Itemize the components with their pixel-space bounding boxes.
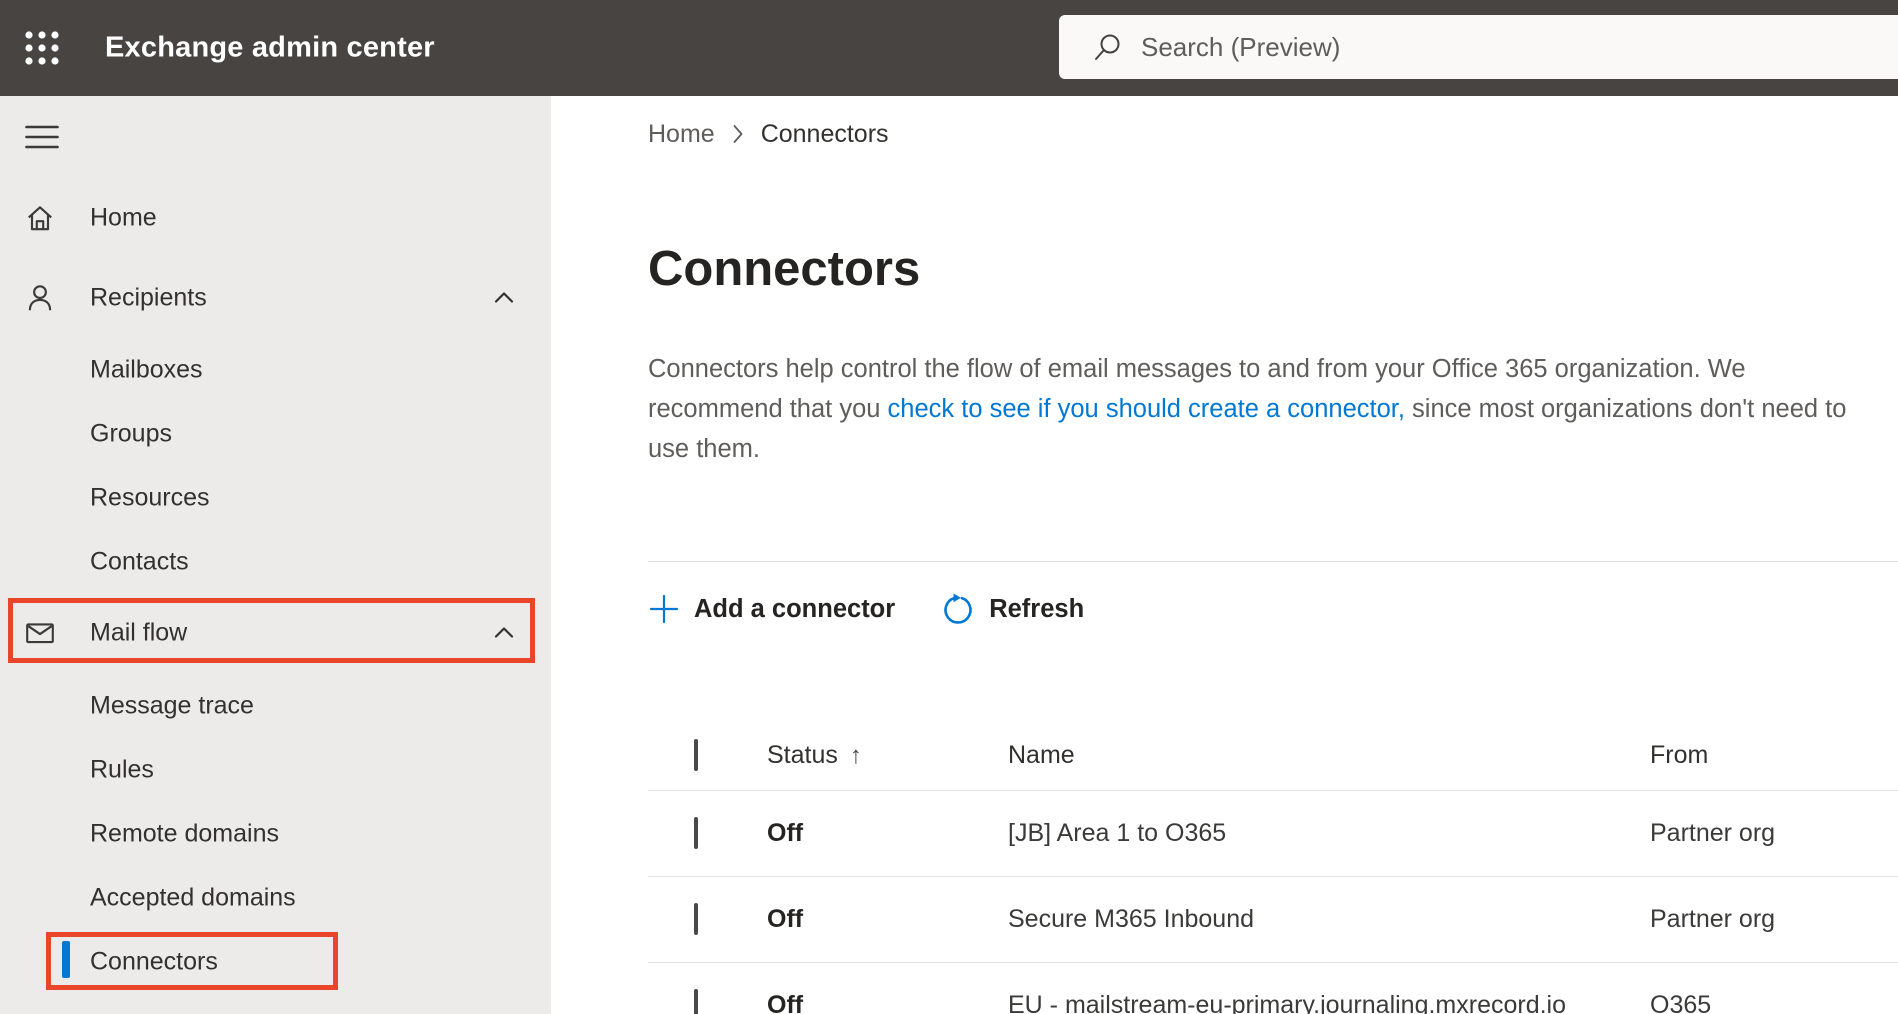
search-icon (1095, 34, 1120, 60)
column-header-name[interactable]: Name (1008, 741, 1650, 770)
cell-from: Partner org (1650, 905, 1776, 933)
top-app-bar: Exchange admin center (0, 0, 1898, 96)
connectors-table: Status ↑ Name From Off [JB] Area 1 to O3… (648, 721, 1898, 1014)
row-checkbox[interactable] (694, 817, 698, 849)
refresh-icon (944, 593, 972, 624)
create-connector-check-link[interactable]: check to see if you should create a conn… (888, 395, 1405, 423)
person-icon (24, 282, 56, 314)
sidebar-item-resources[interactable]: Resources (0, 466, 551, 530)
sidebar-item-mail-flow[interactable]: Mail flow (0, 601, 551, 665)
mail-icon (24, 617, 56, 649)
sidebar-item-groups[interactable]: Groups (0, 402, 551, 466)
sidebar-item-mailboxes[interactable]: Mailboxes (0, 338, 551, 402)
breadcrumb-home-link[interactable]: Home (648, 120, 715, 149)
main-content: Home Connectors Connectors Connectors he… (551, 96, 1898, 1014)
add-connector-button[interactable]: Add a connector (648, 593, 895, 625)
column-header-from[interactable]: From (1650, 741, 1898, 770)
chevron-up-icon[interactable] (489, 283, 519, 313)
table-row[interactable]: Off Secure M365 Inbound Partner org (648, 877, 1898, 963)
cell-from: Partner org (1650, 819, 1776, 847)
sidebar-item-contacts[interactable]: Contacts (0, 530, 551, 594)
table-header-row: Status ↑ Name From (648, 721, 1898, 791)
cell-status: Off (767, 905, 804, 933)
sort-ascending-icon[interactable]: ↑ (850, 742, 862, 770)
column-header-status[interactable]: Status (767, 741, 838, 770)
global-search-box[interactable] (1059, 15, 1898, 79)
cell-name: EU - mailstream-eu-primary.journaling.mx… (1008, 991, 1567, 1014)
page-description: Connectors help control the flow of emai… (648, 349, 1868, 469)
home-icon (24, 202, 56, 234)
cell-name: [JB] Area 1 to O365 (1008, 819, 1227, 847)
chevron-up-icon[interactable] (489, 618, 519, 648)
search-input[interactable] (1141, 31, 1781, 63)
row-checkbox[interactable] (694, 903, 698, 935)
waffle-icon (25, 31, 59, 65)
app-title: Exchange admin center (105, 31, 435, 64)
refresh-button[interactable]: Refresh (941, 592, 1084, 626)
cell-status: Off (767, 819, 804, 847)
sidebar-item-recipients[interactable]: Recipients (0, 266, 551, 330)
page-title: Connectors (648, 242, 921, 296)
sidebar-item-remote-domains[interactable]: Remote domains (0, 802, 551, 866)
table-row[interactable]: Off [JB] Area 1 to O365 Partner org (648, 791, 1898, 877)
breadcrumb: Home Connectors (648, 117, 1898, 151)
row-checkbox[interactable] (694, 989, 698, 1014)
sidebar-item-connectors[interactable]: Connectors (0, 930, 551, 994)
breadcrumb-chevron-icon (733, 125, 743, 143)
sidebar-item-rules[interactable]: Rules (0, 738, 551, 802)
sidebar-item-message-trace[interactable]: Message trace (0, 674, 551, 738)
command-bar: Add a connector Refresh (648, 583, 1898, 635)
cell-from: O365 (1650, 991, 1712, 1014)
hamburger-menu-icon[interactable] (25, 124, 59, 150)
sidebar-item-home[interactable]: Home (0, 186, 551, 250)
select-all-checkbox[interactable] (694, 739, 698, 771)
exchange-admin-screen: Exchange admin center Search (Preview) H… (0, 0, 1898, 1014)
app-launcher-waffle-icon[interactable] (22, 28, 62, 68)
sidebar-item-accepted-domains[interactable]: Accepted domains (0, 866, 551, 930)
cell-status: Off (767, 991, 804, 1014)
plus-icon (649, 594, 679, 624)
selected-item-indicator (62, 941, 70, 978)
left-navigation: Home Recipients Mailboxes Groups Resourc… (0, 96, 551, 1014)
toolbar-top-divider (648, 561, 1898, 562)
cell-name: Secure M365 Inbound (1008, 905, 1255, 933)
breadcrumb-current: Connectors (760, 119, 889, 148)
table-row[interactable]: Off EU - mailstream-eu-primary.journalin… (648, 963, 1898, 1014)
